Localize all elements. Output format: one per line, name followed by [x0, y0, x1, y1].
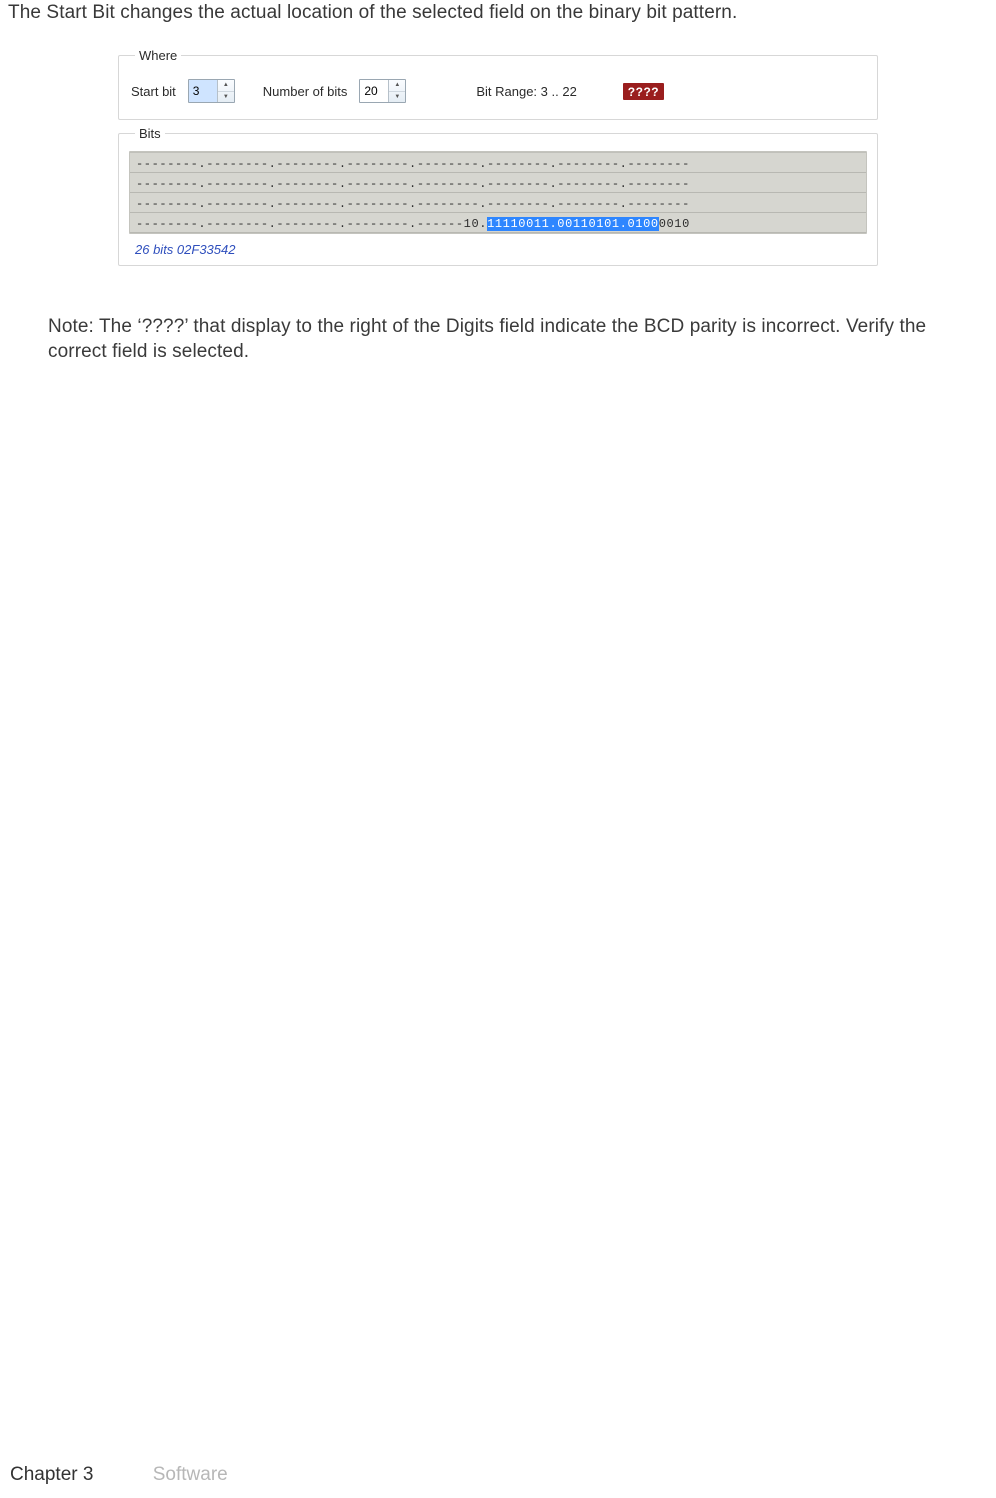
bits-fieldset: Bits --------.--------.--------.--------… — [118, 126, 878, 266]
num-bits-stepper[interactable]: ▲ ▼ — [388, 80, 405, 102]
intro-text: The Start Bit changes the actual locatio… — [8, 2, 988, 24]
bits-row: --------.--------.--------.--------.----… — [130, 152, 866, 173]
footer-chapter: Chapter 3 — [10, 1464, 93, 1485]
bit-range-label: Bit Range: 3 .. 22 — [476, 84, 576, 99]
start-bit-input[interactable] — [189, 80, 217, 102]
bits-row-text: --------.--------.--------.--------.----… — [130, 153, 866, 172]
bits-row4-pre: --------.--------.--------.--------.----… — [136, 217, 487, 231]
start-bit-spinner[interactable]: ▲ ▼ — [188, 79, 235, 103]
bits-summary: 26 bits 02F33542 — [129, 234, 867, 259]
bits-row-text: --------.--------.--------.--------.----… — [130, 213, 866, 232]
footer-section: Software — [153, 1464, 228, 1485]
bits-row: --------.--------.--------.--------.----… — [130, 193, 866, 213]
num-bits-label: Number of bits — [263, 84, 348, 99]
num-bits-input[interactable] — [360, 80, 388, 102]
stepper-up-icon[interactable]: ▲ — [389, 80, 405, 91]
bits-row: --------.--------.--------.--------.----… — [130, 173, 866, 193]
settings-panel: Where Start bit ▲ ▼ Number of bits ▲ ▼ — [118, 48, 878, 266]
bits-row-text: --------.--------.--------.--------.----… — [130, 193, 866, 212]
start-bit-stepper[interactable]: ▲ ▼ — [217, 80, 234, 102]
bits-row4-post: 0010 — [659, 217, 690, 231]
where-fieldset: Where Start bit ▲ ▼ Number of bits ▲ ▼ — [118, 48, 878, 120]
bits-rows: --------.--------.--------.--------.----… — [129, 151, 867, 234]
stepper-down-icon[interactable]: ▼ — [389, 91, 405, 103]
stepper-up-icon[interactable]: ▲ — [218, 80, 234, 91]
where-legend: Where — [135, 48, 181, 63]
start-bit-label: Start bit — [131, 84, 176, 99]
where-row: Start bit ▲ ▼ Number of bits ▲ ▼ — [129, 73, 867, 109]
bits-row4-highlight: 11110011.00110101.0100 — [487, 217, 659, 231]
parity-error-badge: ???? — [623, 83, 664, 100]
stepper-down-icon[interactable]: ▼ — [218, 91, 234, 103]
bits-legend: Bits — [135, 126, 165, 141]
bits-row-text: --------.--------.--------.--------.----… — [130, 173, 866, 192]
num-bits-spinner[interactable]: ▲ ▼ — [359, 79, 406, 103]
page-footer: Chapter 3 Software — [10, 1464, 228, 1486]
note-text: Note: The ‘????’ that display to the rig… — [48, 314, 948, 364]
bits-row-selected: --------.--------.--------.--------.----… — [130, 213, 866, 233]
